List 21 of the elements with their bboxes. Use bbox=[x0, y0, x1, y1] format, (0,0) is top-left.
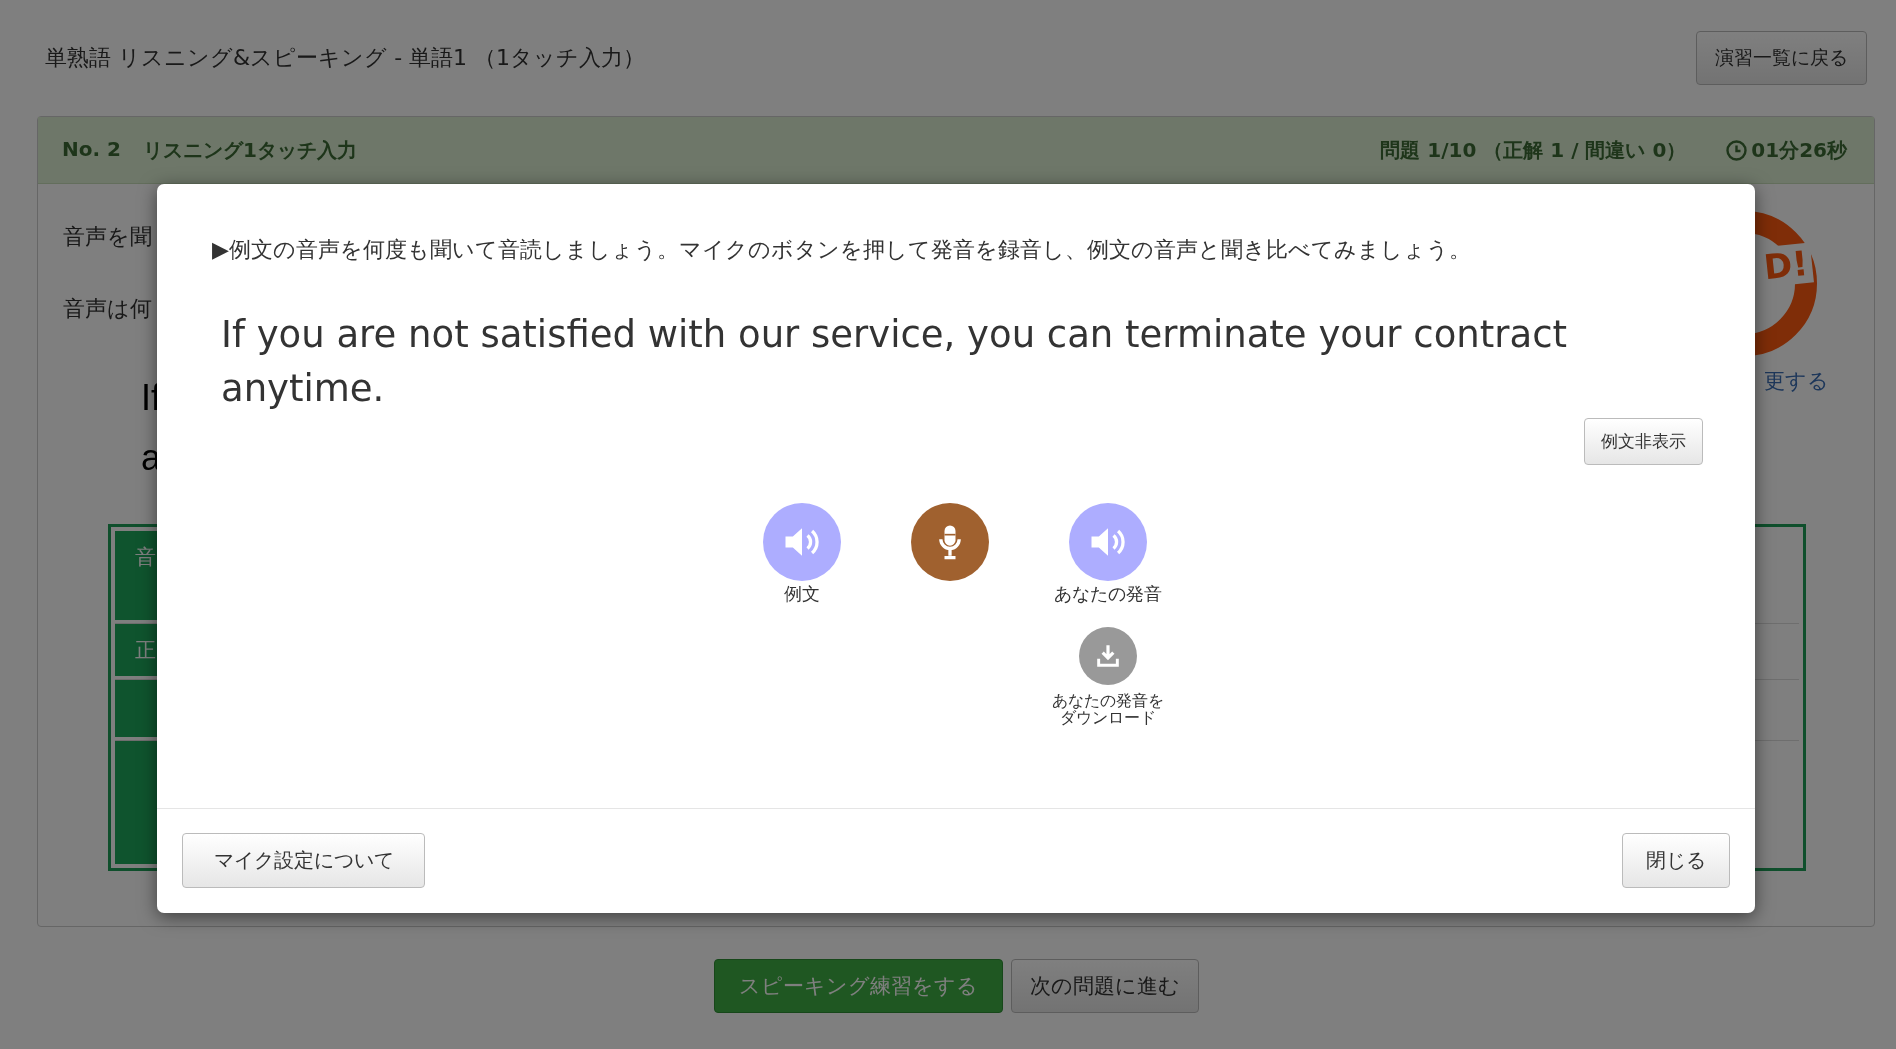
button-label: あなたの発音をダウンロード bbox=[1051, 692, 1165, 726]
instruction-text: ▶例文の音声を何度も聞いて音読しましょう。マイクのボタンを押して発音を録音し、例文の音声と聞き比べてみましょう。 bbox=[212, 236, 1472, 264]
question-title: リスニング1タッチ入力 bbox=[142, 136, 357, 164]
clock-icon bbox=[1726, 139, 1748, 161]
question-number: No. 2 bbox=[62, 136, 121, 163]
button-label: 例文 bbox=[784, 583, 820, 605]
next-question-button[interactable]: 次の問題に進む bbox=[1010, 959, 1199, 1013]
mic-settings-button[interactable]: マイク設定について bbox=[182, 833, 425, 888]
instruction-text: 音声を聞 bbox=[63, 224, 152, 250]
download-button[interactable] bbox=[1079, 627, 1137, 685]
close-button[interactable]: 閉じる bbox=[1622, 833, 1730, 888]
speaking-practice-button[interactable]: スピーキング練習をする bbox=[713, 959, 1003, 1013]
back-button[interactable]: 演習一覧に戻る bbox=[1696, 30, 1867, 85]
progress-text: 問題 1/10 （正解 1 / 間違い 0） bbox=[1380, 136, 1687, 164]
page-title: 単熟語 リスニング&スピーキング - 単語1 （1タッチ入力） bbox=[45, 44, 646, 72]
hide-sentence-button[interactable]: 例文非表示 bbox=[1584, 418, 1703, 465]
example-sentence: If you are not satisfied with our service, you can terminate your contract anytime. bbox=[221, 312, 1569, 412]
button-label: あなたの発音 bbox=[1054, 583, 1162, 605]
change-link[interactable]: 更する bbox=[1764, 367, 1829, 395]
timer-text: 01分26秒 bbox=[1751, 136, 1847, 164]
instruction-text: 音声は何 bbox=[63, 296, 152, 322]
